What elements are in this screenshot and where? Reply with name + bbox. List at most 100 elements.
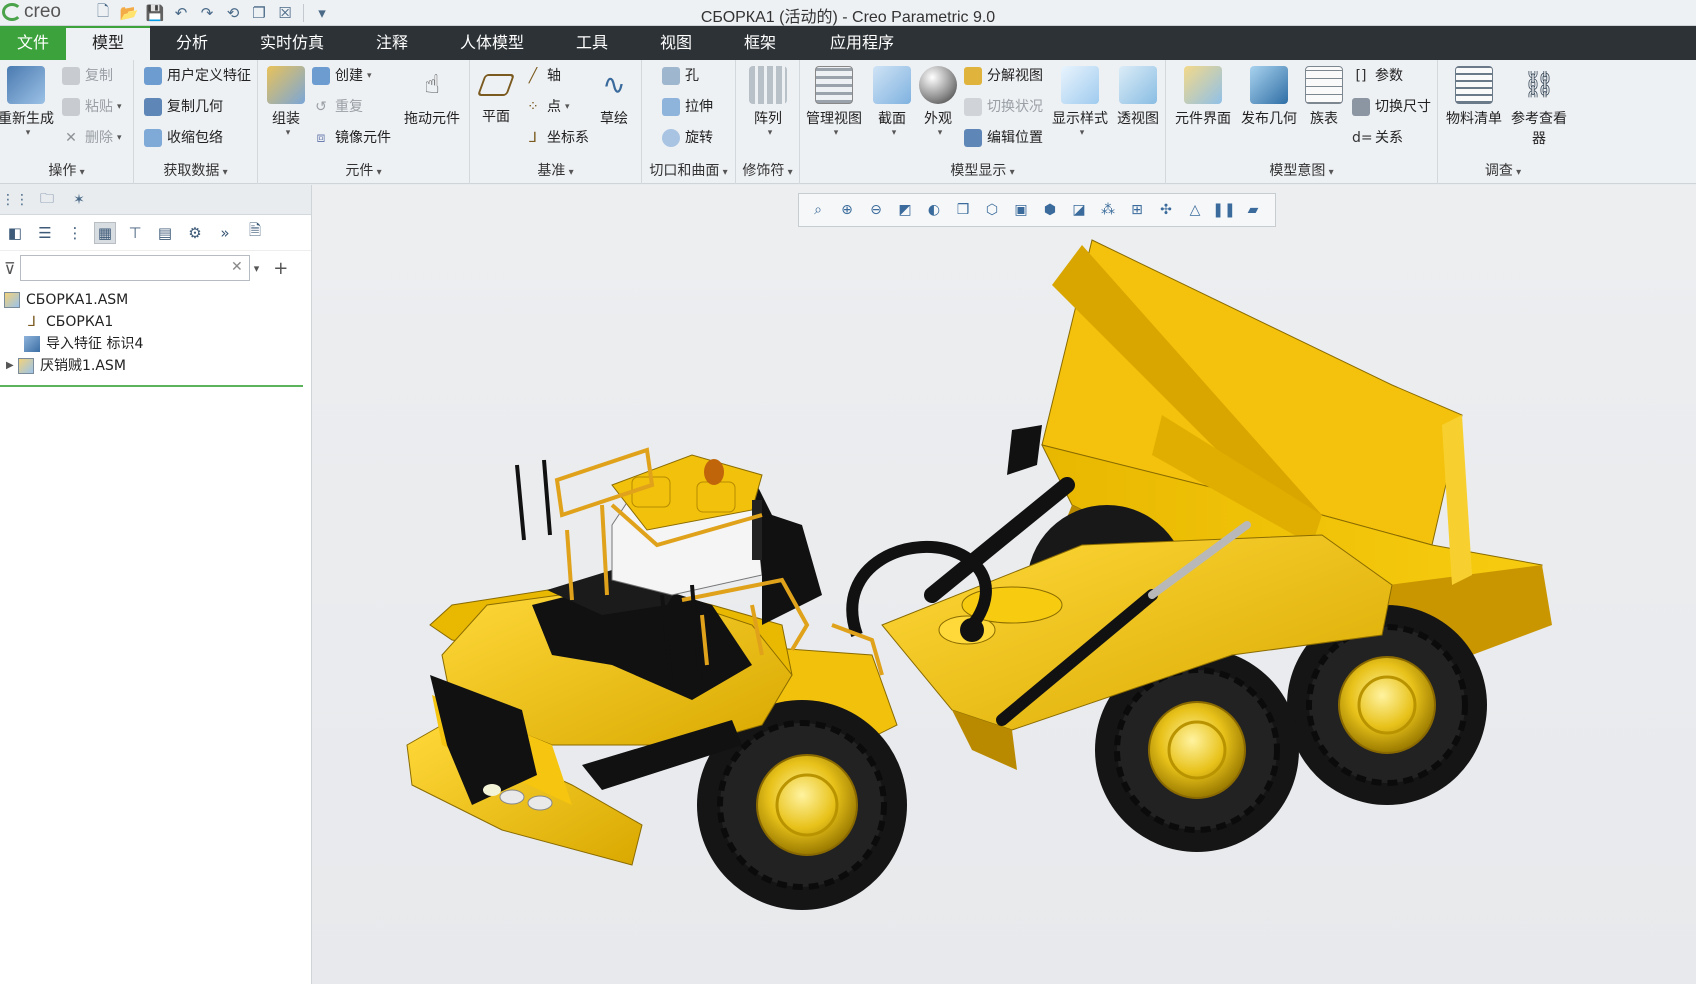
appearance-icon [919, 66, 957, 104]
import-feature-icon [24, 336, 40, 352]
layers-icon[interactable]: ▤ [154, 222, 176, 244]
customize-icon[interactable]: ▾ [311, 2, 333, 24]
tab-realtime-sim[interactable]: 实时仿真 [234, 26, 350, 60]
group-investigate: 物料清单 ⛓ 参考查看器 调查 [1438, 60, 1696, 184]
drag-component-button[interactable]: ☝ 拖动元件 [404, 64, 460, 128]
relations-button[interactable]: d= 关系 [1352, 126, 1403, 150]
copy-button[interactable]: 复制 [62, 64, 113, 88]
tab-file[interactable]: 文件 [0, 26, 66, 60]
document-icon[interactable]: 🗎 [244, 221, 266, 244]
assemble-button[interactable]: 组装 ▾ [258, 64, 314, 138]
regenerate-button[interactable]: 重新生成 ▾ [0, 64, 54, 138]
more-icon[interactable]: » [214, 222, 236, 244]
clear-search-icon[interactable]: ✕ [231, 259, 243, 275]
tab-framework[interactable]: 框架 [718, 26, 802, 60]
parameters-button[interactable]: [] 参数 [1352, 64, 1403, 88]
regenerate-icon [7, 66, 45, 104]
tab-analysis[interactable]: 分析 [150, 26, 234, 60]
tree-search-box: ✕ [19, 255, 250, 281]
redo-icon[interactable]: ↷ [196, 2, 218, 24]
creo-logo-icon [2, 3, 22, 21]
tab-human-model[interactable]: 人体模型 [434, 26, 550, 60]
copy-geometry-button[interactable]: 复制几何 [144, 95, 223, 119]
paste-button[interactable]: 粘贴 ▾ [62, 95, 122, 119]
publish-geometry-button[interactable]: 发布几何 [1238, 64, 1300, 128]
plane-button[interactable]: 平面 [468, 64, 524, 126]
model-tree-tab-icon[interactable]: ⋮⋮ [1, 191, 29, 209]
hole-button[interactable]: 孔 [662, 64, 699, 88]
open-icon[interactable]: 📂 [118, 2, 140, 24]
toggle-status-button[interactable]: 切换状况 [964, 95, 1043, 119]
tree-item-subassembly[interactable]: ▶ 厌销贼1.ASM [0, 355, 311, 377]
add-icon[interactable]: + [273, 258, 288, 279]
tab-view[interactable]: 视图 [634, 26, 718, 60]
dump-truck-model[interactable] [312, 185, 1696, 984]
extrude-button[interactable]: 拉伸 [662, 95, 713, 119]
revolve-button[interactable]: 旋转 [662, 126, 713, 150]
search-dropdown-icon[interactable]: ▾ [254, 262, 260, 275]
tree-item-import-feature[interactable]: 导入特征 标识4 [0, 333, 311, 355]
filter-icon[interactable]: ⊽ [4, 259, 16, 278]
windows-icon[interactable]: ❐ [248, 2, 270, 24]
group-label-investigate: 调查 [1438, 160, 1568, 180]
sketch-button[interactable]: ∿ 草绘 [586, 64, 642, 128]
udf-button[interactable]: 用户定义特征 [144, 64, 251, 88]
delete-button[interactable]: ✕ 删除 ▾ [62, 126, 121, 150]
regenerate-icon[interactable]: ⟲ [222, 2, 244, 24]
tab-applications[interactable]: 应用程序 [802, 26, 922, 60]
appearance-button[interactable]: 外观 ▾ [910, 64, 966, 138]
graphics-viewport[interactable]: ⌕ ⊕ ⊖ ◩ ◐ ❒ ⬡ ▣ ⬢ ◪ ⁂ ⊞ ✣ △ ❚❚ ▰ [312, 185, 1696, 984]
close-window-icon[interactable]: ☒ [274, 2, 296, 24]
tree-item-root-assembly[interactable]: СБОРКА1.ASM [0, 289, 311, 311]
folder-browser-tab-icon[interactable]: 🗀 [36, 191, 58, 209]
undo-icon[interactable]: ↶ [170, 2, 192, 24]
bom-icon [1455, 66, 1493, 104]
component-interface-button[interactable]: 元件界面 [1172, 64, 1234, 128]
pattern-button[interactable]: 阵列 ▾ [740, 64, 796, 138]
tree-filter-icon[interactable]: ⊤ [124, 222, 146, 244]
switch-dimensions-button[interactable]: 切换尺寸 [1352, 95, 1431, 119]
edit-position-button[interactable]: 编辑位置 [964, 126, 1043, 150]
perspective-button[interactable]: 透视图 [1110, 64, 1166, 128]
new-icon[interactable]: 🗋 [92, 2, 114, 24]
csys-icon: ⅃ [28, 314, 36, 330]
tab-tools[interactable]: 工具 [550, 26, 634, 60]
cube-icon[interactable]: ◧ [4, 222, 26, 244]
manage-views-button[interactable]: 管理视图 ▾ [806, 64, 862, 138]
panel-tabs: ⋮⋮ 🗀 ✶ [0, 185, 311, 215]
settings-icon[interactable]: ⚙ [184, 222, 206, 244]
group-label-model-intent: 模型意图 [1166, 160, 1437, 180]
csys-button[interactable]: ⅃ 坐标系 [524, 126, 589, 150]
family-table-button[interactable]: 族表 [1296, 64, 1352, 128]
tree-columns-icon[interactable]: ▦ [94, 221, 116, 244]
tree-item-csys[interactable]: ⅃ СБОРКА1 [0, 311, 311, 333]
display-style-button[interactable]: 显示样式 ▾ [1052, 64, 1108, 138]
exploded-view-button[interactable]: 分解视图 [964, 64, 1043, 88]
shrinkwrap-button[interactable]: 收缩包络 [144, 126, 223, 150]
group-label-operations: 操作 [0, 160, 133, 180]
parameters-icon: [] [1355, 68, 1367, 84]
tab-model[interactable]: 模型 [66, 26, 150, 60]
toggle-status-icon [964, 98, 982, 116]
tree-toolbar: ◧ ☰ ⋮ ▦ ⊤ ▤ ⚙ » 🗎 [0, 215, 311, 251]
copy-icon [62, 67, 80, 85]
tree-expand-icon[interactable]: ☰ [34, 222, 56, 244]
axis-button[interactable]: ╱ 轴 [524, 64, 561, 88]
edit-position-icon [964, 129, 982, 147]
insert-here-marker[interactable] [0, 385, 303, 387]
bom-button[interactable]: 物料清单 [1444, 64, 1504, 128]
create-button[interactable]: 创建 ▾ [312, 64, 372, 88]
display-style-icon [1061, 66, 1099, 104]
save-icon[interactable]: 💾 [144, 2, 166, 24]
tab-annotate[interactable]: 注释 [350, 26, 434, 60]
expand-arrow-icon[interactable]: ▶ [6, 355, 18, 377]
creo-logo: creo [2, 1, 61, 23]
reference-viewer-button[interactable]: ⛓ 参考查看器 [1508, 64, 1570, 148]
mirror-component-button[interactable]: ⧈ 镜像元件 [312, 126, 391, 150]
favorites-tab-icon[interactable]: ✶ [68, 191, 90, 209]
extrude-icon [662, 98, 680, 116]
tree-search-input[interactable] [20, 256, 221, 280]
point-button[interactable]: ⁘ 点 ▾ [524, 95, 569, 119]
tree-collapse-icon[interactable]: ⋮ [64, 222, 86, 244]
repeat-button[interactable]: ↺ 重复 [312, 95, 363, 119]
